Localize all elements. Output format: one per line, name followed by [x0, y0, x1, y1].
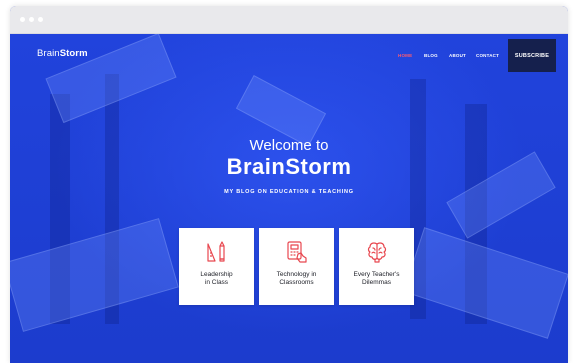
- nav-link-home[interactable]: HOME: [398, 53, 412, 58]
- hero-welcome-text: Welcome to: [249, 137, 329, 154]
- card-label-line2: Classrooms: [279, 279, 314, 286]
- card-label-line2: Dilemmas: [362, 279, 391, 286]
- subscribe-button[interactable]: SUBSCRIBE: [508, 39, 556, 72]
- card-label: Leadership in Class: [179, 271, 254, 287]
- window-maximize-dot[interactable]: [38, 17, 43, 22]
- tablet-hand-icon: [287, 241, 307, 263]
- brain-icon: [367, 242, 387, 263]
- site-navbar: BrainStorm HOME BLOG ABOUT CONTACT SUBSC…: [10, 34, 568, 72]
- category-card-dilemmas[interactable]: Every Teacher's Dilemmas: [339, 228, 414, 305]
- card-label-line1: Technology in: [276, 271, 317, 278]
- card-label: Technology in Classrooms: [259, 271, 334, 287]
- site-logo[interactable]: BrainStorm: [37, 48, 88, 59]
- browser-toolbar: [10, 6, 568, 34]
- book-page-shape: [10, 218, 179, 332]
- window-minimize-dot[interactable]: [29, 17, 34, 22]
- card-label-line1: Leadership: [200, 271, 233, 278]
- nav-link-blog[interactable]: BLOG: [424, 53, 438, 58]
- page-viewport: BrainStorm HOME BLOG ABOUT CONTACT SUBSC…: [10, 34, 568, 363]
- card-label-line1: Every Teacher's: [353, 271, 400, 278]
- logo-text-light: Brain: [37, 48, 60, 59]
- card-label: Every Teacher's Dilemmas: [339, 271, 414, 287]
- card-label-line2: in Class: [204, 279, 229, 286]
- hero-title: BrainStorm: [226, 154, 352, 179]
- browser-window: BrainStorm HOME BLOG ABOUT CONTACT SUBSC…: [10, 6, 568, 363]
- ruler-pencil-icon: [207, 241, 225, 262]
- category-card-leadership[interactable]: Leadership in Class: [179, 228, 254, 305]
- nav-link-about[interactable]: ABOUT: [449, 53, 466, 58]
- hero-subtitle: MY BLOG ON EDUCATION & TEACHING: [224, 189, 354, 195]
- nav-link-contact[interactable]: CONTACT: [476, 53, 499, 58]
- window-close-dot[interactable]: [20, 17, 25, 22]
- logo-text-bold: Storm: [59, 48, 88, 59]
- category-card-technology[interactable]: Technology in Classrooms: [259, 228, 334, 305]
